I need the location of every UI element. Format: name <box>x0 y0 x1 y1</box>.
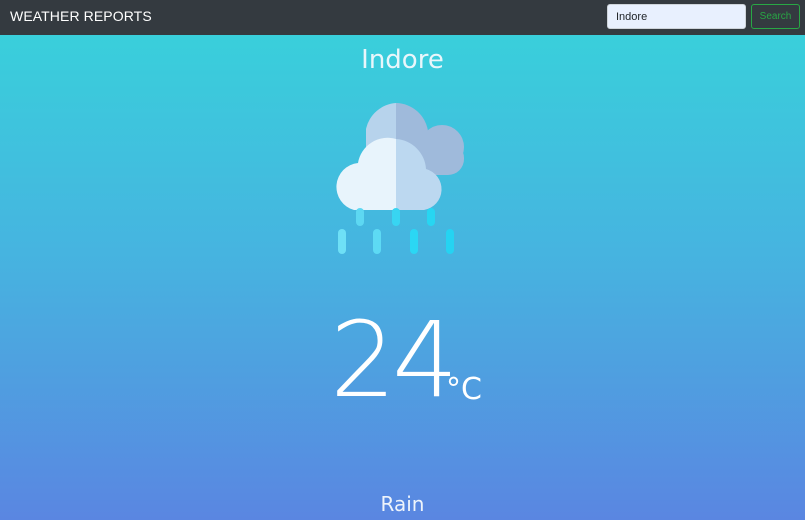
search-input[interactable] <box>607 4 746 29</box>
rain-drop <box>392 208 400 226</box>
brand-title[interactable]: WEATHER REPORTS <box>10 8 152 24</box>
rain-drop <box>356 208 364 226</box>
weather-condition: Rain <box>380 492 425 516</box>
navbar: WEATHER REPORTS Search <box>0 0 805 35</box>
rain-drop <box>373 229 381 254</box>
search-button[interactable]: Search <box>751 4 800 29</box>
rain-drop <box>410 229 418 254</box>
weather-panel: Indore 24 °C Rain <box>0 35 805 520</box>
temperature-unit: °C <box>446 372 482 407</box>
rain-cloud-icon <box>336 103 464 254</box>
rain-drop <box>446 229 454 254</box>
rain-drop <box>338 229 346 254</box>
rain-drop <box>427 208 435 226</box>
city-name: Indore <box>361 45 444 75</box>
temperature-display: 24 °C <box>330 305 490 415</box>
temperature-value: 24 <box>330 299 458 421</box>
